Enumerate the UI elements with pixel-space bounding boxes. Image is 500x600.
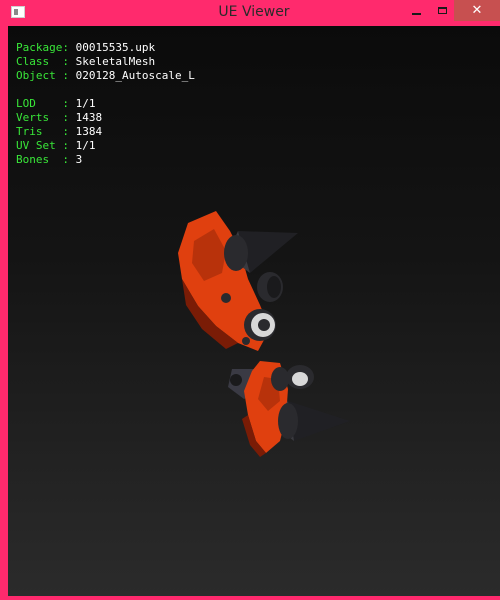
- info-value: 1/1: [75, 97, 96, 110]
- info-row-uvset: UV Set : 1/1: [16, 139, 195, 153]
- mesh-joint-bolt: [230, 374, 242, 386]
- info-key: Object :: [16, 69, 69, 82]
- info-value: 1384: [75, 125, 103, 138]
- mesh-roller: [224, 235, 248, 271]
- maximize-icon: [437, 7, 447, 14]
- mesh-wheel-hub: [258, 319, 270, 331]
- mesh-roller: [278, 403, 298, 439]
- mesh-bolt: [221, 293, 231, 303]
- minimize-icon: [411, 12, 421, 15]
- info-key: Class :: [16, 55, 69, 68]
- info-row-object: Object : 020128_Autoscale_L: [16, 69, 195, 83]
- mesh-roller-face: [267, 276, 281, 298]
- info-key: Tris :: [16, 125, 69, 138]
- close-button[interactable]: ✕: [454, 0, 500, 21]
- info-value: 020128_Autoscale_L: [75, 69, 195, 82]
- close-icon: ✕: [471, 3, 483, 18]
- info-row-tris: Tris : 1384: [16, 125, 195, 139]
- mesh-roller-face: [292, 372, 308, 386]
- mesh-info-panel: Package: 00015535.upk Class : SkeletalMe…: [16, 41, 195, 167]
- info-key: Package:: [16, 41, 69, 54]
- skeletal-mesh-model[interactable]: [168, 201, 368, 471]
- info-key: LOD :: [16, 97, 69, 110]
- mesh-bolt: [242, 337, 250, 345]
- mesh-roller: [271, 367, 289, 391]
- info-value: 1/1: [75, 139, 96, 152]
- info-key: Bones :: [16, 153, 69, 166]
- info-value: SkeletalMesh: [75, 55, 156, 68]
- minimize-button[interactable]: [402, 0, 430, 21]
- info-key: UV Set :: [16, 139, 69, 152]
- info-value: 00015535.upk: [75, 41, 156, 54]
- 3d-viewport[interactable]: Package: 00015535.upk Class : SkeletalMe…: [8, 26, 500, 596]
- info-key: Verts :: [16, 111, 69, 124]
- maximize-button[interactable]: [428, 0, 456, 21]
- info-row-package: Package: 00015535.upk: [16, 41, 195, 55]
- info-value: 1438: [75, 111, 103, 124]
- app-window: UE Viewer ✕ Package: 00015535.upk Class …: [0, 0, 500, 600]
- info-row-class: Class : SkeletalMesh: [16, 55, 195, 69]
- info-value: 3: [75, 153, 83, 166]
- info-row-bones: Bones : 3: [16, 153, 195, 167]
- info-row-verts: Verts : 1438: [16, 111, 195, 125]
- title-bar[interactable]: UE Viewer ✕: [4, 0, 500, 26]
- info-row-lod: LOD : 1/1: [16, 97, 195, 111]
